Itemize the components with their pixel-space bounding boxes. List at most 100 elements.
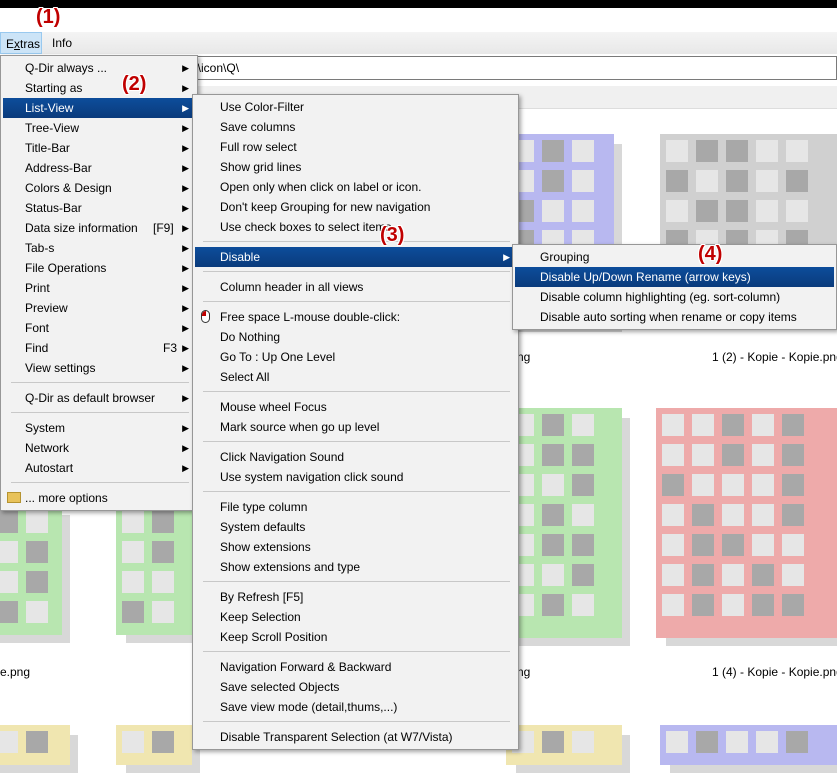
listview-menu-item[interactable]: File type column bbox=[195, 497, 516, 517]
file-caption[interactable]: 1 (2) - Kopie - Kopie.png bbox=[712, 350, 837, 364]
listview-menu-item[interactable]: Don't keep Grouping for new navigation bbox=[195, 197, 516, 217]
file-thumbnail[interactable] bbox=[116, 505, 200, 643]
menu-separator bbox=[11, 382, 189, 383]
listview-menu-item[interactable]: Do Nothing bbox=[195, 327, 516, 347]
file-thumbnail[interactable] bbox=[656, 408, 837, 646]
file-thumbnail[interactable] bbox=[0, 505, 70, 643]
extras-menu-item[interactable]: Address-Bar ▶ bbox=[3, 158, 195, 178]
extras-menu-item[interactable]: Title-Bar ▶ bbox=[3, 138, 195, 158]
extras-menu-item[interactable]: Data size information [F9] ▶ bbox=[3, 218, 195, 238]
extras-menu-item[interactable]: Print ▶ bbox=[3, 278, 195, 298]
menu-item-label: Disable column highlighting (eg. sort-co… bbox=[540, 290, 781, 304]
menu-item-label: By Refresh [F5] bbox=[220, 590, 304, 604]
chevron-right-icon: ▶ bbox=[182, 463, 189, 473]
annotation-1: (1) bbox=[36, 6, 61, 28]
listview-menu-item[interactable]: Use Color-Filter bbox=[195, 97, 516, 117]
listview-menu-item[interactable]: Save selected Objects bbox=[195, 677, 516, 697]
file-thumbnail[interactable] bbox=[116, 725, 200, 773]
listview-menu-item[interactable]: Keep Scroll Position bbox=[195, 627, 516, 647]
menu-item-label: Column header in all views bbox=[220, 280, 364, 294]
menu-item-label: Preview bbox=[25, 301, 68, 315]
extras-menu-item[interactable]: Network ▶ bbox=[3, 438, 195, 458]
listview-menu-item[interactable]: Full row select bbox=[195, 137, 516, 157]
extras-menu-item[interactable]: Preview ▶ bbox=[3, 298, 195, 318]
listview-menu-item[interactable]: Use check boxes to select items bbox=[195, 217, 516, 237]
menu-item-label: Free space L-mouse double-click: bbox=[220, 310, 401, 324]
extras-menu-item[interactable]: ... more options bbox=[3, 488, 195, 508]
menu-item-label: Mouse wheel Focus bbox=[220, 400, 327, 414]
listview-menu-item[interactable]: Column header in all views bbox=[195, 277, 516, 297]
file-thumbnail[interactable] bbox=[506, 408, 630, 646]
disable-menu-item[interactable]: Disable column highlighting (eg. sort-co… bbox=[515, 287, 834, 307]
extras-menu-item[interactable]: File Operations ▶ bbox=[3, 258, 195, 278]
annotation-3: (3) bbox=[380, 224, 405, 246]
extras-menu-item[interactable]: Q-Dir always ... ▶ bbox=[3, 58, 195, 78]
file-caption[interactable]: 1 (4) - Kopie - Kopie.png bbox=[712, 665, 837, 679]
chevron-right-icon: ▶ bbox=[182, 123, 189, 133]
listview-menu-item[interactable]: Show extensions bbox=[195, 537, 516, 557]
listview-menu-item[interactable]: Save columns bbox=[195, 117, 516, 137]
folder-icon bbox=[7, 492, 21, 503]
listview-menu-item[interactable]: Free space L-mouse double-click: bbox=[195, 307, 516, 327]
menu-info[interactable]: Info bbox=[47, 32, 77, 54]
listview-menu-item[interactable]: Keep Selection bbox=[195, 607, 516, 627]
listview-menu-item[interactable]: Use system navigation click sound bbox=[195, 467, 516, 487]
extras-menu-item[interactable]: Find F3 ▶ bbox=[3, 338, 195, 358]
annotation-2: (2) bbox=[122, 73, 147, 95]
disable-menu-item[interactable]: Disable Up/Down Rename (arrow keys) bbox=[515, 267, 834, 287]
extras-menu-item[interactable]: List-View ▶ bbox=[3, 98, 195, 118]
extras-menu-item[interactable]: Autostart ▶ bbox=[3, 458, 195, 478]
listview-menu-item[interactable]: Open only when click on label or icon. bbox=[195, 177, 516, 197]
listview-menu-item[interactable]: Click Navigation Sound bbox=[195, 447, 516, 467]
listview-menu-item[interactable]: Mouse wheel Focus bbox=[195, 397, 516, 417]
disable-menu-item[interactable]: Grouping bbox=[515, 247, 834, 267]
listview-menu-item[interactable]: Go To : Up One Level bbox=[195, 347, 516, 367]
listview-menu-item[interactable]: Show grid lines bbox=[195, 157, 516, 177]
menu-item-label: File Operations bbox=[25, 261, 107, 275]
listview-menu-item[interactable]: Disable ▶ bbox=[195, 247, 516, 267]
chevron-right-icon: ▶ bbox=[182, 393, 189, 403]
extras-menu-item[interactable]: Colors & Design ▶ bbox=[3, 178, 195, 198]
extras-menu-item[interactable]: Q-Dir as default browser ▶ bbox=[3, 388, 195, 408]
listview-menu-item[interactable]: Disable Transparent Selection (at W7/Vis… bbox=[195, 727, 516, 747]
extras-menu-item[interactable]: Font ▶ bbox=[3, 318, 195, 338]
menu-item-label: Tab-s bbox=[25, 241, 55, 255]
listview-menu-item[interactable]: Navigation Forward & Backward bbox=[195, 657, 516, 677]
menu-separator bbox=[203, 391, 510, 392]
chevron-right-icon: ▶ bbox=[182, 303, 189, 313]
chevron-right-icon: ▶ bbox=[182, 63, 189, 73]
file-caption[interactable]: e.png bbox=[0, 665, 30, 679]
extras-menu-item[interactable]: Tree-View ▶ bbox=[3, 118, 195, 138]
chevron-right-icon: ▶ bbox=[182, 163, 189, 173]
file-thumbnail[interactable] bbox=[506, 725, 630, 773]
chevron-right-icon: ▶ bbox=[182, 323, 189, 333]
menu-item-label: Colors & Design bbox=[25, 181, 112, 195]
extras-menu-item[interactable]: Status-Bar ▶ bbox=[3, 198, 195, 218]
disable-menu-item[interactable]: Disable auto sorting when rename or copy… bbox=[515, 307, 834, 327]
listview-menu-item[interactable]: Save view mode (detail,thums,...) bbox=[195, 697, 516, 717]
extras-menu-item[interactable]: Starting as ▶ bbox=[3, 78, 195, 98]
file-caption[interactable]: ng bbox=[517, 350, 530, 364]
menu-item-label: Tree-View bbox=[25, 121, 80, 135]
extras-menu-item[interactable]: Tab-s ▶ bbox=[3, 238, 195, 258]
chevron-right-icon: ▶ bbox=[182, 203, 189, 213]
menu-item-label: Full row select bbox=[220, 140, 297, 154]
listview-menu-item[interactable]: By Refresh [F5] bbox=[195, 587, 516, 607]
menu-item-label: Save selected Objects bbox=[220, 680, 340, 694]
extras-menu-item[interactable]: System ▶ bbox=[3, 418, 195, 438]
menu-item-label: Open only when click on label or icon. bbox=[220, 180, 422, 194]
file-caption[interactable]: ng bbox=[517, 665, 530, 679]
menu-item-label: Status-Bar bbox=[25, 201, 82, 215]
menu-separator bbox=[11, 412, 189, 413]
address-bar[interactable]: g\icon\Q\ bbox=[150, 56, 837, 80]
file-thumbnail[interactable] bbox=[660, 725, 837, 773]
menu-extras[interactable]: Extras bbox=[0, 32, 42, 54]
chevron-right-icon: ▶ bbox=[182, 143, 189, 153]
listview-menu-item[interactable]: Select All bbox=[195, 367, 516, 387]
file-thumbnail[interactable] bbox=[0, 725, 78, 773]
extras-menu-item[interactable]: View settings ▶ bbox=[3, 358, 195, 378]
listview-menu-item[interactable]: Mark source when go up level bbox=[195, 417, 516, 437]
listview-menu-item[interactable]: System defaults bbox=[195, 517, 516, 537]
listview-menu-item[interactable]: Show extensions and type bbox=[195, 557, 516, 577]
chevron-right-icon: ▶ bbox=[182, 363, 189, 373]
